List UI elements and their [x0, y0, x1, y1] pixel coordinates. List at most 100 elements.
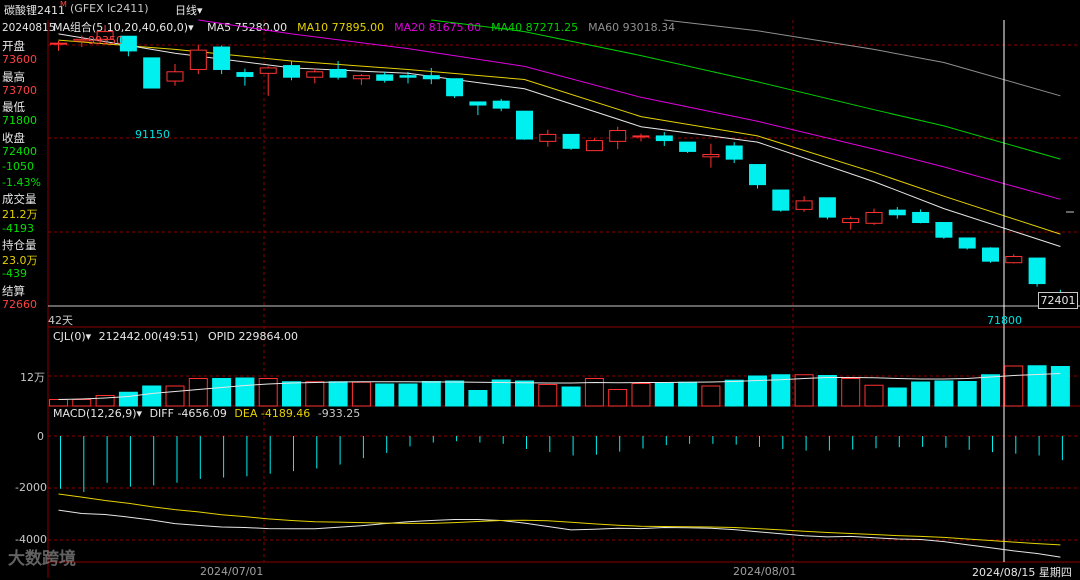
ma-line-ma5	[58, 33, 1061, 247]
date-label-aug: 2024/08/01	[733, 565, 797, 578]
candle-down	[283, 65, 300, 78]
volume-bar	[748, 375, 767, 407]
candle-down	[469, 101, 487, 106]
current-price-tag: 72401	[1038, 292, 1078, 309]
volume-bar	[49, 399, 68, 407]
candle-down	[143, 57, 161, 89]
info-value: 73600	[2, 53, 37, 67]
volume-bar	[468, 390, 488, 407]
candle-up	[50, 42, 67, 45]
volume-bar	[188, 378, 208, 407]
candle-down	[912, 211, 930, 224]
period-selector[interactable]: 日线▾	[175, 2, 203, 18]
symbol-title[interactable]: 碳酸锂2411	[4, 2, 65, 18]
volume-bar	[235, 377, 255, 407]
macd-legend: MACD(12,26,9)▾ DIFF -4656.09 DEA -4189.4…	[53, 407, 360, 420]
candle-down	[655, 135, 673, 142]
volume-bar	[561, 386, 581, 407]
candle-down	[818, 197, 836, 218]
candle-down	[982, 247, 999, 262]
ma-line-ma60	[664, 19, 1061, 97]
volume-bar	[771, 374, 791, 407]
volume-bar	[794, 374, 814, 407]
volume-bar	[351, 381, 371, 407]
ma-line-ma10	[58, 39, 1061, 235]
ma-line-ma20	[198, 19, 1061, 200]
volume-bar	[398, 383, 418, 407]
candle-down	[679, 141, 697, 152]
candle-down	[562, 133, 580, 149]
macd-legend-title[interactable]: MACD(12,26,9)▾	[53, 407, 142, 420]
volume-bar	[282, 381, 301, 407]
date-label-jul: 2024/07/01	[200, 565, 264, 578]
volume-bar	[421, 381, 441, 407]
dea-value: DEA -4189.46	[234, 407, 311, 420]
candle-up	[539, 133, 557, 142]
ma-legend-item: MA40 87271.25	[491, 21, 579, 34]
macd-tick-0: 0	[37, 430, 44, 443]
volume-bar	[957, 381, 977, 407]
candle-down	[329, 68, 347, 78]
cjl-value: 212442.00(49:51)	[98, 330, 199, 343]
volume-bar	[95, 395, 115, 407]
volume-bar	[841, 378, 861, 407]
days-label: 42天	[48, 314, 73, 327]
main-contract-mark: M	[60, 0, 67, 9]
chevron-down-icon: ▾	[188, 21, 194, 34]
info-value: 73700	[2, 83, 37, 97]
candle-down	[422, 75, 440, 80]
candle-down	[446, 78, 464, 97]
volume-bar	[538, 384, 558, 407]
chevron-down-icon: ▾	[136, 407, 143, 420]
volume-bar	[515, 380, 534, 407]
volume-bar	[584, 378, 604, 407]
candle-up	[352, 75, 370, 80]
info-label: 收盘	[2, 130, 25, 145]
candle-up	[259, 67, 277, 74]
opid-line	[58, 373, 1061, 400]
ma-legend-item: MA60 93018.34	[588, 21, 676, 34]
volume-bar	[678, 381, 698, 407]
candle-down	[399, 75, 417, 78]
info-value: 71800	[2, 114, 37, 128]
info-value: -439	[2, 267, 27, 281]
volume-bar	[142, 385, 162, 407]
contract-code: (GFEX lc2411)	[70, 2, 149, 15]
volume-bar	[1027, 365, 1047, 407]
candle-up	[609, 130, 627, 142]
ma-legend-title[interactable]: MA组合(5,10,20,40,60,0)▾	[53, 21, 194, 34]
candle-down	[516, 110, 533, 140]
kline-chart[interactable]	[0, 0, 1080, 578]
candle-up	[865, 211, 883, 224]
info-value: 21.2万	[2, 208, 38, 222]
ma-legend-item: MA10 77895.00	[297, 21, 385, 34]
ma-legend-items: MA5 75280.00 MA10 77895.00 MA20 81675.00 MA…	[197, 21, 675, 34]
cjl-legend-title[interactable]: CJL(0)▾	[53, 330, 91, 343]
volume-bar	[375, 383, 395, 407]
candle-up	[1005, 256, 1023, 264]
volume-bar	[445, 380, 465, 407]
ma-legend-item: MA5 75280.00	[207, 21, 288, 34]
macd-legend-title-text: MACD(12,26,9)	[53, 407, 137, 420]
volume-bar	[608, 389, 628, 407]
candle-up	[306, 71, 324, 78]
candle-up	[795, 200, 813, 210]
volume-bar	[118, 391, 138, 407]
candle-down	[935, 222, 953, 238]
volume-bar	[631, 383, 651, 407]
volume-bar	[1050, 366, 1070, 407]
volume-bar	[864, 384, 884, 407]
period-label: 日线	[175, 4, 197, 17]
candle-up	[842, 218, 860, 224]
watermark: 大数跨境	[8, 549, 76, 569]
candle-up	[585, 140, 603, 152]
volume-bar	[911, 381, 931, 407]
candle-down	[1028, 257, 1046, 285]
info-value: -4193	[2, 221, 34, 235]
info-label: 开盘	[2, 39, 25, 53]
volume-axis-tick: 12万	[20, 371, 45, 384]
info-label: 成交量	[2, 191, 37, 206]
candle-down	[236, 72, 254, 77]
volume-bar	[887, 387, 907, 407]
info-value: 72400	[2, 145, 37, 159]
